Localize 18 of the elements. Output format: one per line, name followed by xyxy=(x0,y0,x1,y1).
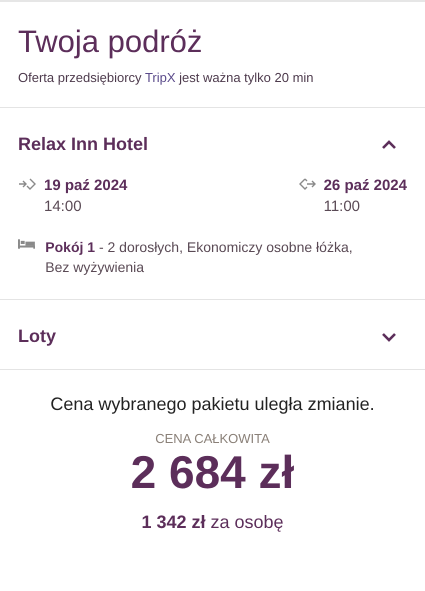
price-per-person: 1 342 zł za osobę xyxy=(141,512,284,532)
check-out-time: 11:00 xyxy=(324,198,362,215)
price-change-notice: Cena wybranego pakietu uległa zmianie. xyxy=(50,394,375,415)
check-out-icon xyxy=(298,177,316,191)
room-details: Pokój 1 - 2 dorosłych, Ekonomiczy osobne łóżka, Bez wyżywienia xyxy=(45,239,353,275)
check-out-date: 26 paź 2024 xyxy=(324,177,407,194)
check-in-time: 14:00 xyxy=(44,198,83,215)
page-title: Twoja podróż xyxy=(18,24,204,60)
section-title: Loty xyxy=(18,326,56,347)
offer-validity-text: Oferta przedsiębiorcy TripX jest ważna tylko 20 min xyxy=(18,70,315,85)
check-in-icon xyxy=(18,177,36,191)
total-price-label: CENA CAŁKOWITA xyxy=(155,431,270,446)
check-in-date: 19 paź 2024 xyxy=(44,177,128,194)
section-title: Relax Inn Hotel xyxy=(18,134,148,155)
chevron-button[interactable] xyxy=(381,140,397,150)
bed-icon xyxy=(18,237,36,251)
chevron-button[interactable] xyxy=(381,332,397,342)
total-price: 2 684 zł xyxy=(130,446,294,498)
